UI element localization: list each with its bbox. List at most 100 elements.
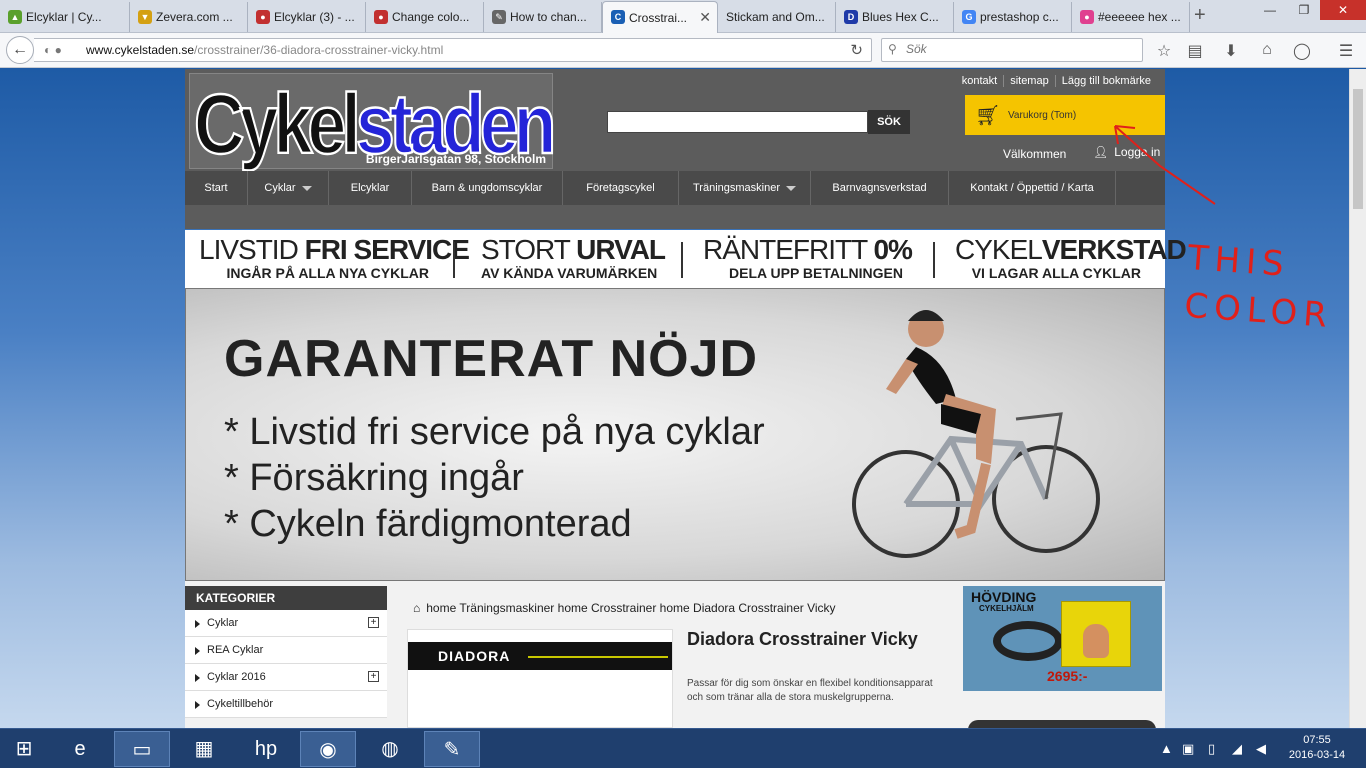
start-windows-icon[interactable]: ⊞ — [0, 731, 48, 767]
chevron-down-icon — [786, 185, 796, 191]
promo-line1-b: FRI SERVICE — [304, 234, 470, 265]
minimize-button[interactable]: — — [1253, 0, 1287, 20]
category-rea-cyklar[interactable]: REA Cyklar — [185, 637, 387, 664]
promo-verkstad: CYKELVERKSTAD VI LAGAR ALLA CYKLAR — [955, 235, 1187, 282]
expand-plus-icon[interactable]: + — [368, 671, 379, 682]
reload-icon[interactable]: ↻ — [850, 41, 863, 59]
helmet-collar-image — [993, 621, 1063, 661]
menu-item-barn[interactable]: Barn & ungdomscyklar — [412, 171, 563, 205]
page-viewport: Cykelstaden BirgerJarlsgatan 98, Stockho… — [0, 69, 1349, 728]
dark-widget[interactable] — [968, 720, 1156, 728]
back-button[interactable]: ← — [6, 36, 34, 64]
menu-item-start[interactable]: Start — [185, 171, 248, 205]
hero-line: * Cykeln färdigmonterad — [224, 503, 632, 545]
close-tab-icon[interactable]: ✕ — [699, 9, 711, 26]
promo-line1-b: URVAL — [576, 234, 666, 265]
site-search-button[interactable]: SÖK — [868, 110, 910, 134]
link-sitemap[interactable]: sitemap — [1003, 75, 1055, 87]
breadcrumb[interactable]: ⌂ home Träningsmaskiner home Crosstrainer… — [413, 601, 836, 615]
tray-chevron-icon[interactable]: ▲ — [1160, 729, 1173, 768]
menu-item-foretagscykel[interactable]: Företagscykel — [563, 171, 679, 205]
network-icon[interactable]: ◢ — [1232, 729, 1242, 768]
annotation-text: THIS COLOR — [1183, 234, 1338, 340]
chrome-icon[interactable]: ◍ — [362, 731, 418, 767]
category-cyklar[interactable]: Cyklar + — [185, 610, 387, 637]
wrench-icon: ✎ — [492, 10, 506, 24]
clock[interactable]: 07:55 2016-03-14 — [1286, 733, 1348, 763]
category-cyklar-2016[interactable]: Cyklar 2016 + — [185, 664, 387, 691]
clock-date: 2016-03-14 — [1288, 749, 1346, 761]
category-cykeltillbehor[interactable]: Cykeltillbehör — [185, 691, 387, 718]
ad-title: HÖVDING — [971, 589, 1037, 605]
file-explorer-icon[interactable]: ▭ — [114, 731, 170, 767]
tab-prestashop[interactable]: G prestashop c... — [954, 2, 1072, 32]
favicon-icon: ▲ — [8, 10, 22, 24]
tab-label: Zevera.com ... — [156, 10, 233, 24]
tab-label: Blues Hex C... — [862, 10, 939, 24]
promo-urval: STORT URVAL AV KÄNDA VARUMÄRKEN — [481, 235, 666, 282]
menu-item-traningsmaskiner[interactable]: Träningsmaskiner — [679, 171, 811, 205]
product-image[interactable]: DIADORA — [407, 629, 673, 728]
home-icon[interactable]: ⌂ — [413, 601, 420, 615]
product-brand: DIADORA — [438, 648, 511, 664]
home-icon[interactable]: ⌂ — [1257, 41, 1277, 59]
tab-change-color[interactable]: ● Change colo... — [366, 2, 484, 32]
menu-item-label: Träningsmaskiner — [692, 182, 780, 194]
tab-label: Crosstrai... — [629, 10, 688, 25]
browser-search-input[interactable] — [906, 42, 1126, 56]
promo-line1-a: LIVSTID — [199, 234, 305, 265]
menu-item-cyklar[interactable]: Cyklar — [248, 171, 329, 205]
promo-service: LIVSTID FRI SERVICE INGÅR PÅ ALLA NYA CY… — [199, 234, 470, 282]
shopping-cart-icon: 🛒︎ — [975, 105, 1001, 127]
volume-icon[interactable]: ◀ — [1256, 729, 1266, 768]
tab-blues-hex[interactable]: D Blues Hex C... — [836, 2, 954, 32]
link-bookmark[interactable]: Lägg till bokmärke — [1054, 75, 1157, 87]
menu-item-label: Start — [204, 182, 228, 194]
restore-button[interactable]: ❐ — [1287, 0, 1321, 20]
hovding-ad[interactable]: HÖVDING CYKELHJÄLM 2695:- — [963, 586, 1162, 691]
tab-label: Change colo... — [392, 10, 470, 24]
scrollbar-thumb[interactable] — [1353, 89, 1363, 209]
expand-plus-icon[interactable]: + — [368, 617, 379, 628]
tab-elcyklar[interactable]: ▲ Elcyklar | Cy... — [0, 2, 130, 32]
download-icon[interactable]: ⬇ — [1221, 41, 1241, 61]
ad-subtitle: CYKELHJÄLM — [979, 604, 1034, 613]
firefox-icon[interactable]: ◉ — [300, 731, 356, 767]
reading-list-icon[interactable]: ▤ — [1185, 41, 1205, 61]
submenu-bar — [185, 205, 1165, 229]
close-window-button[interactable]: ✕ — [1320, 0, 1366, 20]
categories-heading: KATEGORIER — [185, 586, 387, 610]
tab-zevera[interactable]: ▼ Zevera.com ... — [130, 2, 248, 32]
vertical-scrollbar[interactable] — [1349, 69, 1366, 728]
menu-icon[interactable]: ☰ — [1336, 41, 1356, 61]
action-center-icon[interactable]: ▣ — [1182, 729, 1194, 768]
url-text[interactable]: www.cykelstaden.se/crosstrainer/36-diado… — [86, 43, 443, 57]
battery-icon[interactable]: ▯ — [1208, 729, 1215, 768]
tab-crosstrainer-active[interactable]: C Crosstrai... ✕ — [602, 1, 718, 33]
menu-item-barnvagnsverkstad[interactable]: Barnvagnsverkstad — [811, 171, 949, 205]
menu-item-kontakt[interactable]: Kontakt / Öppettid / Karta — [949, 171, 1116, 205]
tab-elcyklar-3[interactable]: ● Elcyklar (3) - ... — [248, 2, 366, 32]
hero-banner[interactable]: GARANTERAT NÖJD * Livstid fri service på… — [185, 288, 1165, 581]
tab-label: prestashop c... — [980, 10, 1059, 24]
menu-item-elcyklar[interactable]: Elcyklar — [329, 171, 412, 205]
bookmark-star-icon[interactable]: ☆ — [1154, 41, 1174, 61]
paint-icon[interactable]: ✎ — [424, 731, 480, 767]
url-bar[interactable]: ◐ ● www.cykelstaden.se/crosstrainer/36-d… — [34, 38, 872, 62]
chat-icon[interactable]: ◯ — [1292, 41, 1312, 61]
menu-item-label: Kontakt / Öppettid / Karta — [970, 182, 1094, 194]
tab-eeeeee-hex[interactable]: ● #eeeeee hex ... — [1072, 2, 1190, 32]
hp-icon[interactable]: hp — [238, 731, 294, 767]
site-search-input[interactable] — [607, 111, 868, 133]
internet-explorer-icon[interactable]: e — [52, 731, 108, 767]
store-icon[interactable]: ▦ — [176, 731, 232, 767]
link-kontakt[interactable]: kontakt — [956, 75, 1003, 87]
model-face-image — [1083, 624, 1109, 658]
tab-stickam[interactable]: Stickam and Om... — [718, 2, 836, 32]
new-tab-icon[interactable]: + — [1194, 4, 1206, 27]
tab-how-to-change[interactable]: ✎ How to chan... — [484, 2, 602, 32]
content-area: KATEGORIER Cyklar + REA Cyklar Cyklar 201… — [185, 581, 1165, 728]
site-identity-icon[interactable]: ◐ ● — [44, 43, 62, 57]
browser-search-bar[interactable]: ⚲ — [881, 38, 1143, 62]
site-logo[interactable]: Cykelstaden BirgerJarlsgatan 98, Stockho… — [189, 73, 557, 172]
